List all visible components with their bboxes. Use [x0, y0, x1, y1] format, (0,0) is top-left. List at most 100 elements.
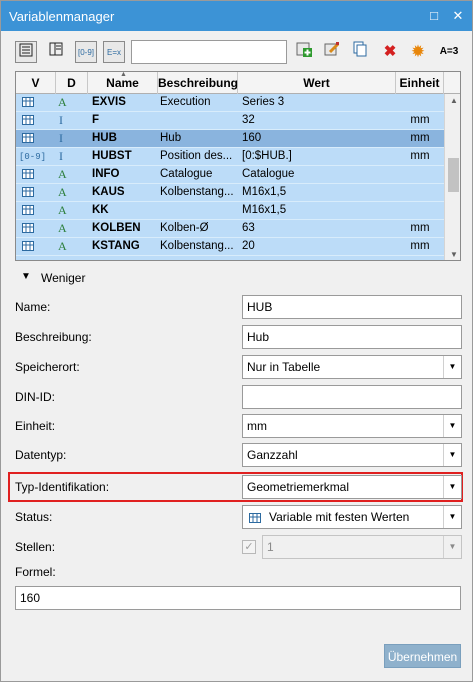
- table-row[interactable]: A KAUS Kolbenstang... M16x1,5: [16, 184, 444, 202]
- table-row[interactable]: A INFO Catalogue Catalogue: [16, 166, 444, 184]
- chevron-down-icon[interactable]: ▼: [443, 415, 461, 437]
- scroll-up-icon[interactable]: ▲: [445, 94, 460, 108]
- row-value: 63: [242, 222, 255, 234]
- description-label: Beschreibung:: [15, 330, 92, 344]
- table-icon: [22, 205, 34, 219]
- table-scrollbar[interactable]: ▲ ▼: [444, 94, 460, 260]
- name-field[interactable]: HUB: [242, 295, 462, 319]
- table-row[interactable]: A EXVIS Execution Series 3: [16, 94, 444, 112]
- chevron-down-icon[interactable]: ▼: [443, 356, 461, 378]
- row-unit: [396, 202, 444, 220]
- scroll-down-icon[interactable]: ▼: [445, 248, 460, 260]
- digits-label: Stellen:: [15, 540, 56, 554]
- collapse-triangle-icon: ▼: [21, 271, 31, 282]
- digits-checkbox[interactable]: ✓: [242, 540, 256, 554]
- row-description: [160, 202, 238, 220]
- chevron-down-icon[interactable]: ▼: [443, 506, 461, 528]
- table-icon: [22, 241, 34, 255]
- text-icon: A: [58, 185, 67, 199]
- table-icon: [22, 223, 34, 237]
- row-name: KK: [92, 204, 109, 216]
- expression-variable-icon[interactable]: E=x: [103, 41, 125, 63]
- text-icon: A: [58, 95, 67, 109]
- table-row[interactable]: A KSTANG Kolbenstang... 20 mm: [16, 238, 444, 256]
- row-name: KOLBEN: [92, 222, 141, 234]
- row-name: HUBST: [92, 150, 132, 162]
- row-value: M16x1,5: [242, 204, 287, 216]
- unit-select[interactable]: mm ▼: [242, 414, 462, 438]
- variables-table: V D Name ▲ Beschreibung Wert Einheit A E…: [15, 71, 461, 261]
- status-select[interactable]: Variable mit festen Werten ▼: [242, 505, 462, 529]
- digits-value: 1: [267, 540, 274, 554]
- chevron-down-icon[interactable]: ▼: [443, 536, 461, 558]
- formula-field[interactable]: 160: [15, 586, 461, 610]
- row-unit: mm: [410, 132, 430, 144]
- scrollbar-thumb[interactable]: [448, 158, 459, 192]
- row-name: INFO: [92, 168, 120, 180]
- table-row[interactable]: I F 32 mm: [16, 112, 444, 130]
- row-unit: mm: [410, 240, 430, 252]
- apply-button[interactable]: Übernehmen: [384, 644, 461, 668]
- column-header-value[interactable]: Wert: [238, 72, 396, 94]
- storage-label: Speicherort:: [15, 360, 80, 374]
- column-header-name[interactable]: Name ▲: [88, 72, 158, 94]
- column-header-v[interactable]: V: [16, 72, 56, 94]
- add-variable-icon[interactable]: [293, 41, 315, 63]
- type-identification-label: Typ-Identifikation:: [15, 480, 110, 494]
- row-unit: mm: [410, 114, 430, 126]
- digits-select[interactable]: 1 ▼: [262, 535, 462, 559]
- window-title: Variablenmanager: [9, 9, 115, 24]
- row-unit: mm: [410, 222, 430, 234]
- din-id-field[interactable]: [242, 385, 462, 409]
- table-row[interactable]: A KK M16x1,5: [16, 202, 444, 220]
- table-header: V D Name ▲ Beschreibung Wert Einheit: [16, 72, 460, 94]
- table-icon: [22, 133, 34, 147]
- settings-icon[interactable]: ✹: [407, 41, 429, 63]
- row-unit: [396, 166, 444, 184]
- column-header-unit[interactable]: Einheit: [396, 72, 444, 94]
- row-value: 32: [242, 114, 255, 126]
- status-value: Variable mit festen Werten: [269, 510, 410, 524]
- detail-view-icon[interactable]: [45, 41, 67, 63]
- datatype-label: Datentyp:: [15, 448, 67, 462]
- datatype-select[interactable]: Ganzzahl ▼: [242, 443, 462, 467]
- row-description: Kolben-Ø: [160, 222, 209, 234]
- unit-label: Einheit:: [15, 419, 56, 433]
- text-icon: A: [58, 239, 67, 253]
- text-icon: A: [58, 221, 67, 235]
- table-icon: [22, 169, 34, 183]
- row-unit: [396, 94, 444, 112]
- search-input[interactable]: [131, 40, 287, 64]
- restore-button[interactable]: □: [425, 7, 443, 25]
- text-icon: A: [58, 203, 67, 217]
- range-variable-icon[interactable]: [0-9]: [75, 41, 97, 63]
- row-name: HUB: [92, 132, 117, 144]
- row-name: KSTANG: [92, 240, 140, 252]
- type-identification-select[interactable]: Geometriemerkmal ▼: [242, 475, 462, 499]
- text-icon: A: [58, 167, 67, 181]
- description-field[interactable]: Hub: [242, 325, 462, 349]
- table-row[interactable]: [0-9] I HUBST Position des... [0:$HUB.] …: [16, 148, 444, 166]
- edit-variable-icon[interactable]: [321, 41, 343, 63]
- table-row[interactable]: A KOLBEN Kolben-Ø 63 mm: [16, 220, 444, 238]
- row-description: [160, 112, 238, 130]
- row-description: Position des...: [160, 150, 233, 162]
- rename-variable-icon[interactable]: A=3: [435, 41, 463, 63]
- column-header-d[interactable]: D: [56, 72, 88, 94]
- row-name: F: [92, 114, 100, 126]
- delete-variable-icon[interactable]: ✖: [379, 41, 401, 63]
- table-body: A EXVIS Execution Series 3 I F 32 mm I H…: [16, 94, 444, 260]
- row-unit: mm: [410, 150, 430, 162]
- column-header-description[interactable]: Beschreibung: [158, 72, 238, 94]
- storage-select[interactable]: Nur in Tabelle ▼: [242, 355, 462, 379]
- row-description: Kolbenstang...: [160, 186, 234, 198]
- status-label: Status:: [15, 510, 53, 524]
- chevron-down-icon[interactable]: ▼: [443, 444, 461, 466]
- copy-variable-icon[interactable]: [349, 41, 371, 63]
- storage-value: Nur in Tabelle: [247, 360, 321, 374]
- close-button[interactable]: ✕: [449, 7, 467, 25]
- table-row-selected[interactable]: I HUB Hub 160 mm: [16, 130, 444, 148]
- list-view-icon[interactable]: [15, 41, 37, 63]
- chevron-down-icon[interactable]: ▼: [443, 476, 461, 498]
- table-icon: [22, 97, 34, 111]
